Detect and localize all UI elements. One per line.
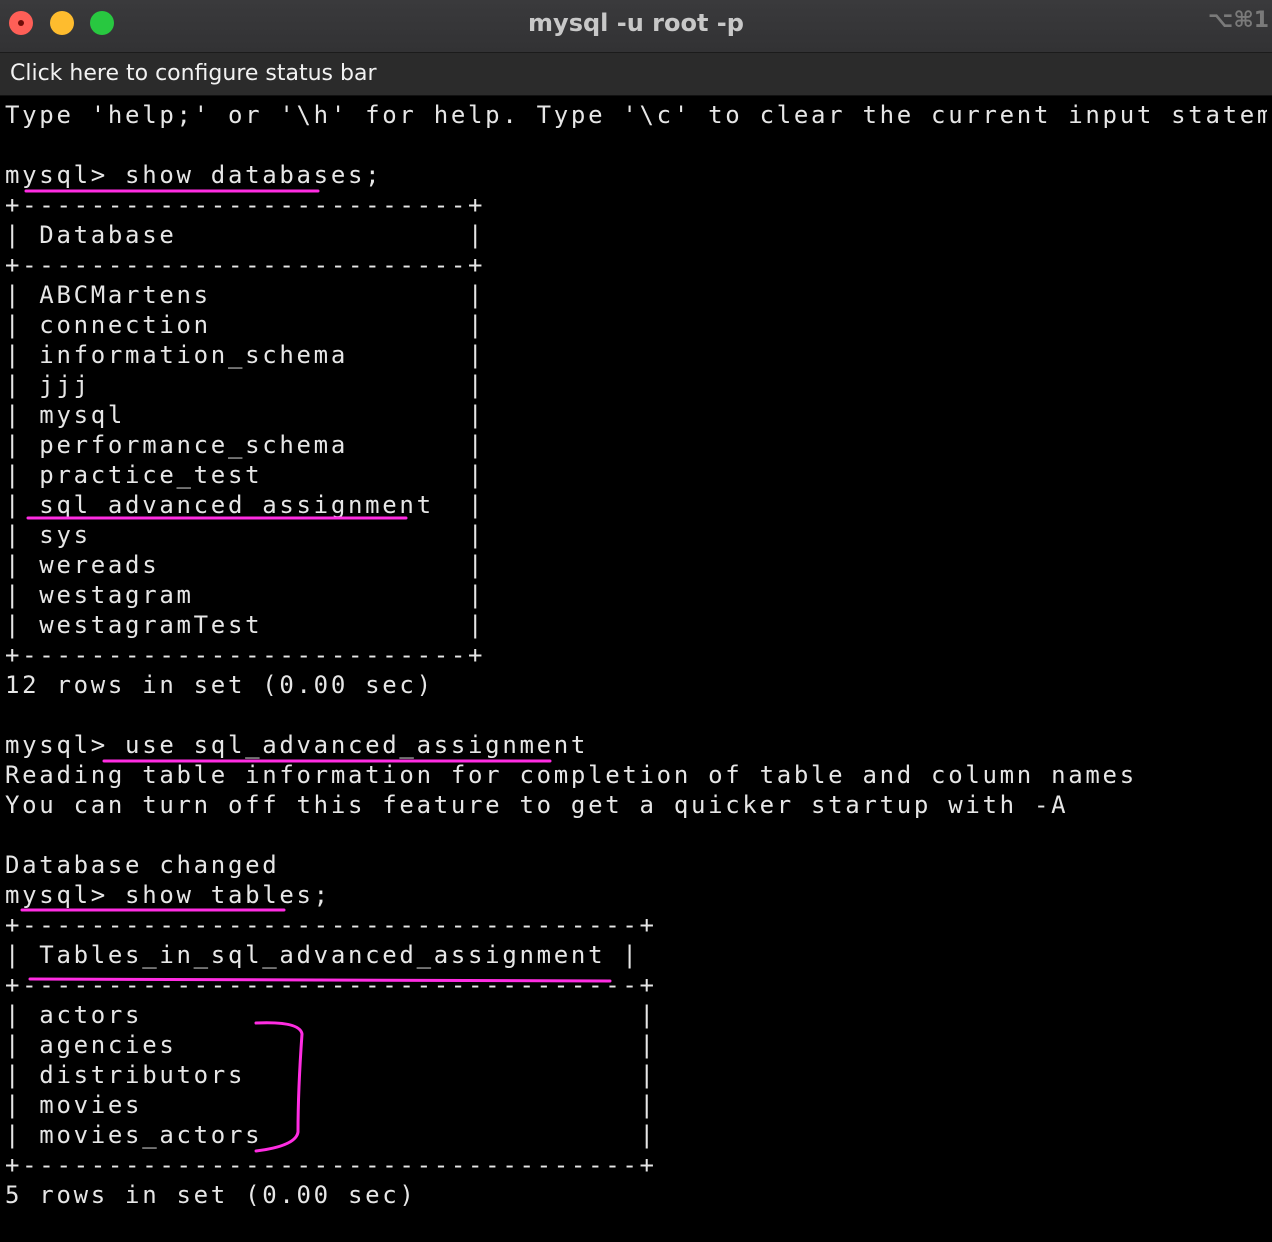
window-titlebar: mysql -u root -p ⌥⌘1 [0,0,1272,53]
terminal-line: | sys | [5,521,486,549]
terminal-line: Database changed [5,851,280,879]
terminal-line: | movies | [5,1091,657,1119]
terminal-line: | movies_actors | [5,1121,657,1149]
terminal-line: | Database | [5,221,486,249]
terminal-line: | actors | [5,1001,657,1029]
terminal-line: | mysql | [5,401,486,429]
terminal-line: | westagram | [5,581,486,609]
window-shortcut-label: ⌥⌘1 [1208,8,1268,33]
terminal-line: | information_schema | [5,341,486,369]
terminal-line: | Tables_in_sql_advanced_assignment | [5,941,640,969]
terminal-line: You can turn off this feature to get a q… [5,791,1069,819]
window-title: mysql -u root -p [528,9,744,37]
status-bar[interactable]: Click here to configure status bar [0,53,1272,96]
status-bar-label[interactable]: Click here to configure status bar [10,53,377,95]
terminal-line: | ABCMartens | [5,281,486,309]
terminal-line: +------------------------------------+ [5,911,657,939]
terminal-line: +--------------------------+ [5,641,486,669]
terminal-line: | performance_schema | [5,431,486,459]
terminal-line: | westagramTest | [5,611,486,639]
terminal-line: | agencies | [5,1031,657,1059]
terminal-line: | practice_test | [5,461,486,489]
terminal-line: Reading table information for completion… [5,761,1137,789]
terminal-line: | jjj | [5,371,486,399]
terminal-line: mysql> use sql_advanced_assignment [5,731,589,759]
terminal-line: mysql> show databases; [5,161,383,189]
terminal-line: | distributors | [5,1061,657,1089]
terminal-line: | wereads | [5,551,486,579]
terminal-line: | connection | [5,311,486,339]
terminal-line: | sql_advanced_assignment | [5,491,486,519]
terminal-line: +--------------------------+ [5,191,486,219]
terminal-line: +--------------------------+ [5,251,486,279]
terminal-line: 5 rows in set (0.00 sec) [5,1181,417,1209]
terminal-output[interactable]: Type 'help;' or '\h' for help. Type '\c'… [5,100,1267,1238]
terminal-line: Type 'help;' or '\h' for help. Type '\c'… [5,101,1267,129]
terminal-line: 12 rows in set (0.00 sec) [5,671,434,699]
terminal-line: +------------------------------------+ [5,971,657,999]
terminal-line: +------------------------------------+ [5,1151,657,1179]
terminal-line: mysql> show tables; [5,881,331,909]
